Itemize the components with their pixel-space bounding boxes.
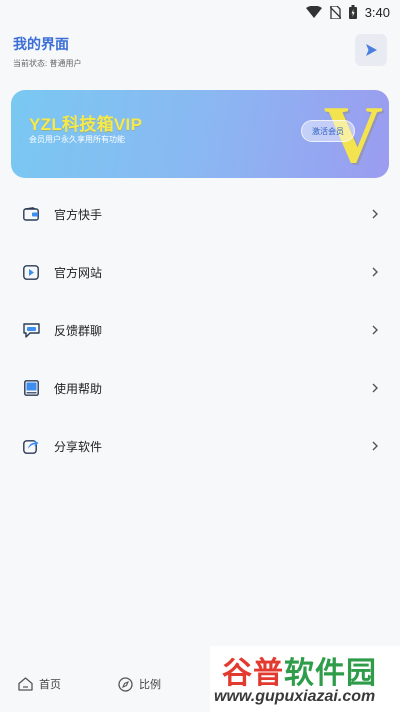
- compass-icon: [118, 676, 133, 692]
- nav-label: 首页: [39, 679, 61, 691]
- no-sim-icon: [329, 5, 341, 19]
- menu-item-label: 反馈群聊: [54, 323, 103, 338]
- nav-label: 比例: [139, 679, 161, 691]
- menu-item-website[interactable]: 官方网站: [0, 243, 400, 301]
- vip-banner[interactable]: YZL科技箱VIP 会员用户永久享用所有功能 V 激活会员: [11, 90, 389, 178]
- status-time: 3:40: [364, 4, 390, 20]
- menu-item-label: 使用帮助: [54, 381, 103, 396]
- user-status-label: 当前状态:: [13, 59, 48, 68]
- menu-item-help[interactable]: 使用帮助: [0, 359, 400, 417]
- chat-icon: [22, 321, 40, 339]
- vip-title: YZL科技箱VIP: [29, 115, 143, 134]
- video-play-icon: [22, 263, 40, 281]
- user-status-value: 普通用户: [49, 59, 82, 68]
- vip-subtitle: 会员用户永久享用所有功能: [29, 135, 125, 144]
- site-watermark: 谷普软件园 www.gupuxiazai.com: [210, 646, 400, 712]
- menu-item-label: 官方网站: [54, 265, 103, 280]
- menu-item-share[interactable]: 分享软件: [0, 417, 400, 475]
- menu-item-label: 分享软件: [54, 439, 103, 454]
- menu-item-label: 官方快手: [54, 207, 103, 222]
- status-bar: 3:40: [0, 0, 400, 24]
- watermark-logo: 谷普软件园: [222, 656, 377, 691]
- chevron-right-icon: [372, 267, 378, 277]
- activate-vip-button[interactable]: 激活会员: [301, 120, 355, 142]
- watermark-url: www.gupuxiazai.com: [214, 688, 376, 705]
- wifi-icon: [305, 6, 322, 18]
- nav-item-home[interactable]: 首页: [18, 676, 61, 692]
- chevron-right-icon: [372, 441, 378, 451]
- nav-item-ratio[interactable]: 比例: [118, 676, 161, 692]
- home-icon: [18, 677, 33, 691]
- header: 我的界面 当前状态: 普通用户: [13, 34, 387, 68]
- book-icon: [22, 379, 40, 397]
- play-icon: [366, 44, 377, 56]
- menu-list: 官方快手 官方网站 反馈群聊 使用帮助 分享软件: [0, 185, 400, 475]
- user-status: 当前状态: 普通用户: [13, 58, 387, 69]
- menu-item-feedback[interactable]: 反馈群聊: [0, 301, 400, 359]
- page-title: 我的界面: [13, 36, 69, 52]
- wallet-icon: [22, 205, 40, 223]
- share-icon: [22, 437, 40, 455]
- menu-item-kuaishou[interactable]: 官方快手: [0, 185, 400, 243]
- battery-icon: [348, 5, 357, 19]
- chevron-right-icon: [372, 383, 378, 393]
- play-button[interactable]: [355, 34, 387, 66]
- chevron-right-icon: [372, 325, 378, 335]
- chevron-right-icon: [372, 209, 378, 219]
